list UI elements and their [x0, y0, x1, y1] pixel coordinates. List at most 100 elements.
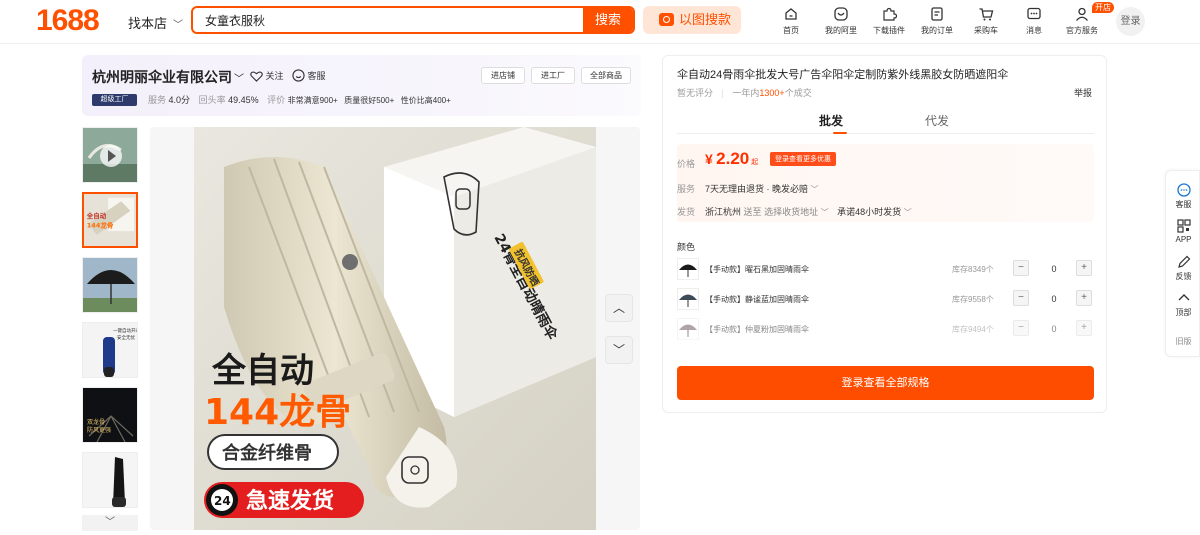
- view-all-specs-button[interactable]: 登录查看全部规格: [677, 366, 1094, 400]
- login-button[interactable]: 登录: [1116, 7, 1145, 36]
- sidebar-feedback[interactable]: 反馈: [1166, 255, 1200, 282]
- shop-name[interactable]: 杭州明丽伞业有限公司 ﹀: [92, 67, 244, 87]
- sold-suffix: 个成交: [784, 88, 812, 98]
- review-label: 评价: [267, 95, 286, 105]
- qty-increase-button[interactable]: +: [1076, 290, 1092, 306]
- camera-icon: [659, 13, 674, 26]
- nav-my-orders-label: 我的订单: [921, 26, 953, 35]
- main-text-alloy-ribs: 合金纤维骨: [222, 442, 312, 464]
- video-thumb-image: [83, 128, 137, 182]
- super-factory-badge: 超级工厂: [92, 94, 137, 106]
- qty-value[interactable]: 0: [1047, 264, 1061, 274]
- open-store-badge[interactable]: 开店: [1092, 2, 1114, 13]
- sidebar-customer-service[interactable]: 客服: [1166, 183, 1200, 210]
- nav-my-orders[interactable]: 我的订单: [921, 6, 953, 36]
- find-store-label: 找本店: [128, 16, 168, 31]
- main-text-auto: 全自动: [211, 351, 314, 391]
- follow-button[interactable]: 关注: [250, 69, 284, 82]
- main-badge-number: 24: [214, 494, 231, 508]
- sku-thumb[interactable]: [677, 258, 699, 280]
- edit-icon: [1177, 255, 1190, 268]
- smile-icon: [292, 69, 305, 82]
- price-currency: ¥: [705, 151, 713, 167]
- message-icon: [1027, 7, 1041, 20]
- sku-stock: 库存8349个: [952, 265, 994, 274]
- arrow-up-icon: [1178, 294, 1189, 301]
- thumb-text: 防风更强: [87, 426, 111, 434]
- price-unit: 起: [751, 159, 759, 166]
- umbrella-thumb-image: 全自动 144龙骨: [84, 194, 136, 246]
- return-rate-label: 回头率: [198, 95, 226, 105]
- top-header: 1688 找本店﹀ 搜索 以图搜款 首页 我的阿里 下载插件 我的订单 采购车 …: [0, 0, 1200, 44]
- tab-dropship[interactable]: 代发: [925, 112, 949, 129]
- order-icon: [931, 7, 943, 21]
- gallery-thumb[interactable]: 一键自动开收 安全无忧: [82, 322, 138, 378]
- review-tag: 质量很好500+: [344, 96, 395, 105]
- sidebar-app[interactable]: APP: [1166, 219, 1200, 244]
- sku-row: 【手动款】静谧蓝加固晴雨伞 库存9558个 − 0 +: [677, 286, 1094, 314]
- all-products-button[interactable]: 全部商品: [581, 67, 631, 84]
- search-button[interactable]: 搜索: [583, 8, 633, 32]
- enter-factory-button[interactable]: 进工厂: [531, 67, 575, 84]
- sidebar-old-version[interactable]: 旧版: [1166, 336, 1200, 347]
- gallery-thumb[interactable]: 双龙骨 防风更强: [82, 387, 138, 443]
- review-tag: 非常满意900+: [287, 96, 338, 105]
- report-link[interactable]: 举报: [1074, 86, 1092, 99]
- chevron-down-icon: ﹀: [234, 74, 244, 85]
- nav-download-plugin[interactable]: 下载插件: [873, 6, 905, 36]
- gallery-scroll-down-button[interactable]: ﹀: [82, 515, 138, 531]
- active-tab-indicator: [833, 132, 847, 134]
- site-logo[interactable]: 1688: [36, 4, 100, 38]
- nav-cart[interactable]: 采购车: [974, 6, 998, 36]
- chevron-down-icon: ﹀: [903, 208, 912, 217]
- nav-my-ali-label: 我的阿里: [825, 26, 857, 35]
- search-box: 搜索: [191, 6, 635, 34]
- floating-toolbar: 客服 APP 反馈 顶部 旧版: [1165, 170, 1200, 357]
- gallery-thumb-selected[interactable]: 全自动 144龙骨: [82, 192, 138, 248]
- sku-stock: 库存9558个: [952, 295, 994, 304]
- qty-value[interactable]: 0: [1047, 294, 1061, 304]
- image-prev-button[interactable]: ︿: [605, 294, 633, 322]
- sku-thumb[interactable]: [677, 288, 699, 310]
- ship-from: 浙江杭州: [705, 207, 742, 217]
- gallery-thumb[interactable]: [82, 257, 138, 313]
- product-meta: 暂无评分 | 一年内1300+个成交: [677, 88, 812, 98]
- nav-home[interactable]: 首页: [783, 6, 799, 36]
- enter-store-button[interactable]: 进店铺: [481, 67, 525, 84]
- qty-decrease-button[interactable]: −: [1013, 290, 1029, 306]
- return-rate-value: 49.45%: [228, 95, 259, 105]
- login-promo-button[interactable]: 登录查看更多优惠: [770, 152, 836, 166]
- puzzle-icon: [883, 7, 897, 21]
- gallery-thumb-video[interactable]: [82, 127, 138, 183]
- shop-bar: 杭州明丽伞业有限公司 ﹀ 关注 客服 进店铺 进工厂 全部商品 超级工厂 服务 4…: [82, 55, 641, 116]
- main-product-image[interactable]: 24骨全自动晴雨伞 抗风防晒 全自动 144龙骨 合金纤维骨 24 急速发货: [194, 127, 596, 530]
- sidebar-label: 顶部: [1175, 308, 1192, 317]
- service-label: 客服: [307, 71, 326, 81]
- color-label: 颜色: [677, 242, 696, 252]
- customer-service-button[interactable]: 客服: [292, 69, 326, 82]
- search-input[interactable]: [193, 8, 583, 32]
- tab-wholesale[interactable]: 批发: [819, 112, 843, 129]
- image-search-button[interactable]: 以图搜款: [643, 6, 741, 34]
- service-terms[interactable]: 7天无理由退货 · 晚发必赔 ﹀: [705, 182, 819, 195]
- ship-promise[interactable]: 承诺48小时发货: [837, 207, 901, 217]
- price: ¥ 2.20 起: [705, 149, 758, 169]
- price-area: 价格 ¥ 2.20 起 登录查看更多优惠 服务 7天无理由退货 · 晚发必赔 ﹀ …: [677, 144, 1094, 222]
- nav-home-label: 首页: [783, 26, 799, 35]
- choose-address[interactable]: 选择收货地址: [764, 207, 818, 217]
- chat-icon: [1176, 183, 1191, 197]
- umbrella-icon: [679, 264, 697, 277]
- qty-increase-button[interactable]: +: [1076, 260, 1092, 276]
- cart-icon: [979, 8, 994, 21]
- follow-label: 关注: [265, 71, 284, 81]
- gallery-thumb[interactable]: [82, 452, 138, 508]
- chevron-down-icon: ﹀: [810, 185, 819, 194]
- find-store-dropdown[interactable]: 找本店 ﹀: [128, 13, 183, 32]
- nav-messages[interactable]: 消息: [1026, 6, 1042, 36]
- image-search-label: 以图搜款: [679, 12, 732, 27]
- image-next-button[interactable]: ﹀: [605, 336, 633, 364]
- nav-my-ali[interactable]: 我的阿里: [825, 6, 857, 36]
- qty-decrease-button[interactable]: −: [1013, 260, 1029, 276]
- sidebar-back-to-top[interactable]: 顶部: [1166, 291, 1200, 318]
- product-title: 伞自动24骨雨伞批发大号广告伞阳伞定制防紫外线黑胶女防晒遮阳伞: [677, 69, 1009, 81]
